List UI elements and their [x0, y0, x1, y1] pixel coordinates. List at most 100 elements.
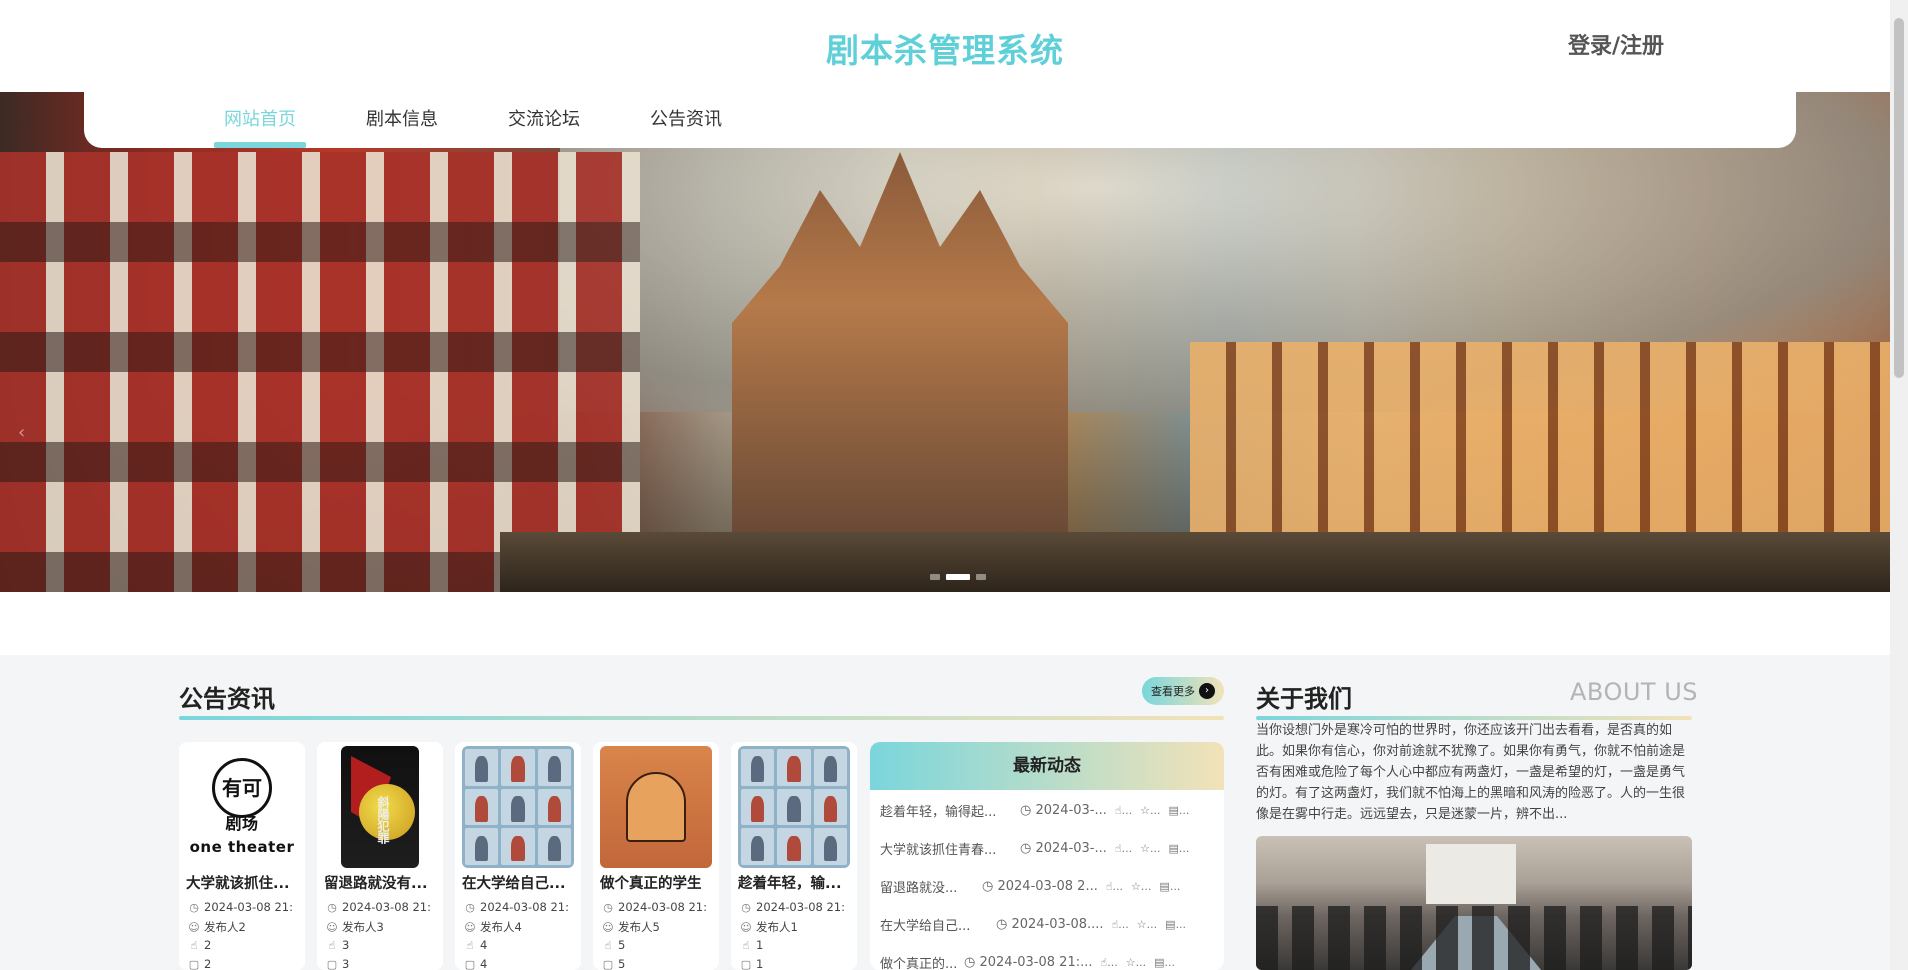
news-item[interactable]: 做个真正的... ◷ 2024-03-08 21:... ☝... ☆... ▤…	[880, 952, 1216, 970]
thumb-up-icon: ☝	[604, 938, 612, 952]
page: 剧本杀管理系统 登录/注册 ‹ 网站首页 剧本信息 交流论坛 公告资讯 公告资讯…	[0, 0, 1908, 970]
notice-extra: ▢ 4	[464, 957, 488, 970]
star-icon: ☆...	[1131, 879, 1152, 893]
nav-item-home[interactable]: 网站首页	[214, 92, 306, 148]
thumb-up-icon: ☝...	[1114, 841, 1133, 855]
latest-news-panel: 最新动态 趁着年轻，输得起... ◷ 2024-03-... ☝... ☆...…	[870, 742, 1224, 970]
view-more-label: 查看更多	[1151, 685, 1195, 698]
notices-title: 公告资讯	[179, 685, 275, 713]
news-item-date: ◷ 2024-03-...	[1020, 802, 1107, 818]
news-item-title: 大学就该抓住青春...	[880, 842, 997, 858]
user-icon: ☺	[188, 920, 200, 934]
news-item[interactable]: 留退路就没... ◷ 2024-03-08 2... ☝... ☆... ▤..…	[880, 876, 1216, 896]
news-item-title: 趁着年轻，输得起...	[880, 804, 997, 820]
view-more-button[interactable]: 查看更多 ›	[1142, 677, 1224, 705]
notice-thumbnail: 有可 剧场 one theater	[186, 746, 298, 868]
notice-date: ◷ 2024-03-08 21:	[603, 900, 707, 914]
news-item-title: 做个真正的...	[880, 956, 958, 970]
thumb-title-text: 斜陽犯罪	[376, 796, 390, 844]
thumb-logo-sub: one theater	[189, 838, 295, 856]
nav-item-notices[interactable]: 公告资讯	[650, 92, 722, 148]
notice-publisher: ☺ 发布人5	[602, 920, 660, 934]
arrow-right-icon: ›	[1199, 683, 1215, 699]
notices-underline	[179, 716, 1224, 720]
main-nav: 网站首页 剧本信息 交流论坛 公告资讯	[84, 92, 1796, 148]
banner-building-left	[0, 152, 640, 592]
clock-icon: ◷	[741, 900, 751, 914]
comment-icon: ▢	[602, 957, 614, 970]
notice-extra: ▢ 1	[740, 957, 764, 970]
notice-likes: ☝ 3	[326, 938, 350, 952]
notice-date: ◷ 2024-03-08 21:	[327, 900, 431, 914]
notice-card[interactable]: 有可 剧场 one theater 大学就该抓住... ◷ 2024-03-08 …	[179, 742, 305, 970]
notice-publisher: ☺ 发布人1	[740, 920, 798, 934]
hero-banner[interactable]: ‹	[0, 92, 1890, 592]
thumb-up-icon: ☝...	[1114, 803, 1133, 817]
about-image-chairs	[1256, 906, 1692, 970]
news-item[interactable]: 趁着年轻，输得起... ◷ 2024-03-... ☝... ☆... ▤...	[880, 800, 1216, 820]
news-item-title: 在大学给自己...	[880, 918, 971, 934]
notice-extra: ▢ 5	[602, 957, 626, 970]
user-icon: ☺	[326, 920, 338, 934]
thumb-up-icon: ☝...	[1100, 955, 1118, 969]
banner-dot-3[interactable]	[976, 574, 986, 580]
banner-prev-icon[interactable]: ‹	[18, 422, 25, 443]
about-title: 关于我们	[1256, 685, 1352, 713]
notice-extra: ▢ 3	[326, 957, 350, 970]
notice-card[interactable]: 趁着年轻，输... ◷ 2024-03-08 21: ☺ 发布人1 ☝ 1 ▢ 1	[731, 742, 857, 970]
comment-icon: ▤...	[1168, 803, 1190, 817]
about-image-screen	[1426, 844, 1516, 904]
notice-thumbnail	[738, 746, 850, 868]
notice-title: 做个真正的学生	[600, 876, 702, 892]
login-register-link[interactable]: 登录/注册	[1568, 28, 1664, 60]
thumb-up-icon: ☝	[190, 938, 198, 952]
page-scrollbar[interactable]	[1890, 0, 1908, 970]
latest-news-title: 最新动态	[870, 742, 1224, 790]
clock-icon: ◷	[189, 900, 199, 914]
clock-icon: ◷	[603, 900, 613, 914]
nav-item-forum[interactable]: 交流论坛	[508, 92, 580, 148]
news-item-date: ◷ 2024-03-08....	[996, 916, 1104, 932]
star-icon: ☆...	[1140, 841, 1161, 855]
comment-icon: ▤...	[1159, 879, 1181, 893]
banner-indicator	[930, 574, 986, 580]
notice-card[interactable]: 斜陽犯罪 留退路就没有... ◷ 2024-03-08 21: ☺ 发布人3 ☝ 3 …	[317, 742, 443, 970]
news-item-title: 留退路就没...	[880, 880, 958, 896]
star-icon: ☆...	[1140, 803, 1161, 817]
notice-title: 在大学给自己...	[462, 876, 566, 892]
notice-likes: ☝ 4	[464, 938, 488, 952]
news-item[interactable]: 在大学给自己... ◷ 2024-03-08.... ☝... ☆... ▤..…	[880, 914, 1216, 934]
scrollbar-thumb[interactable]	[1894, 18, 1904, 378]
banner-bridge	[500, 532, 1890, 592]
clock-icon: ◷	[465, 900, 475, 914]
notice-date: ◷ 2024-03-08 21:	[741, 900, 845, 914]
thumb-up-icon: ☝...	[1111, 917, 1129, 931]
notice-publisher: ☺ 发布人3	[326, 920, 384, 934]
notice-date: ◷ 2024-03-08 21:	[465, 900, 569, 914]
thumb-up-icon: ☝...	[1105, 879, 1124, 893]
notice-publisher: ☺ 发布人4	[464, 920, 522, 934]
notice-extra: ▢ 2	[188, 957, 212, 970]
comment-icon: ▤...	[1165, 917, 1187, 931]
comment-icon: ▢	[740, 957, 752, 970]
star-icon: ☆...	[1136, 917, 1158, 931]
notice-card[interactable]: 在大学给自己... ◷ 2024-03-08 21: ☺ 发布人4 ☝ 4 ▢ 4	[455, 742, 581, 970]
notice-likes: ☝ 1	[740, 938, 764, 952]
notice-title: 大学就该抓住...	[186, 876, 290, 892]
thumb-up-icon: ☝	[466, 938, 474, 952]
banner-dot-1[interactable]	[930, 574, 940, 580]
comment-icon: ▢	[188, 957, 200, 970]
notice-thumbnail: 斜陽犯罪	[341, 746, 419, 868]
star-icon: ☆...	[1125, 955, 1147, 969]
comment-icon: ▤...	[1154, 955, 1175, 969]
notice-likes: ☝ 5	[602, 938, 626, 952]
news-item[interactable]: 大学就该抓住青春... ◷ 2024-03-... ☝... ☆... ▤...	[880, 838, 1216, 858]
notice-card[interactable]: 做个真正的学生 ◷ 2024-03-08 21: ☺ 发布人5 ☝ 5 ▢ 5	[593, 742, 719, 970]
nav-item-scripts[interactable]: 剧本信息	[366, 92, 438, 148]
user-icon: ☺	[602, 920, 614, 934]
banner-dot-2[interactable]	[946, 574, 970, 580]
user-icon: ☺	[464, 920, 476, 934]
thumb-poster-shape	[626, 772, 686, 842]
notice-date: ◷ 2024-03-08 21:	[189, 900, 293, 914]
news-item-date: ◷ 2024-03-08 21:...	[964, 954, 1093, 970]
